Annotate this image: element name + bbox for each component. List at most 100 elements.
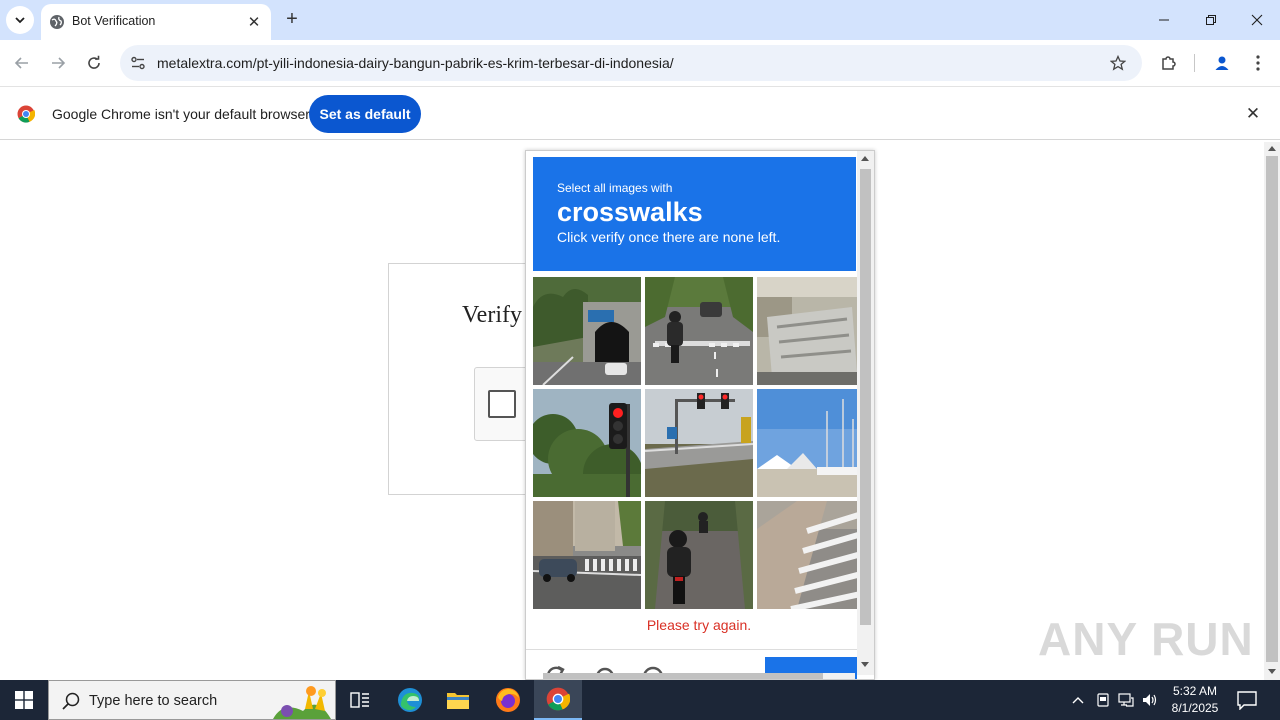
captcha-challenge: Select all images with crosswalks Click … [525,150,875,680]
windows-logo-icon [15,691,33,709]
puzzle-icon [1162,56,1176,70]
network-icon [1118,693,1134,707]
scroll-up-arrow-icon[interactable] [1268,145,1276,151]
traffic-light-image [533,389,641,497]
restore-button[interactable] [1188,0,1234,40]
edge-taskbar-button[interactable] [386,680,434,720]
back-button[interactable] [10,51,34,75]
captcha-tile-5[interactable] [645,389,753,497]
tab-title: Bot Verification [72,14,156,28]
captcha-tile-2[interactable] [645,277,753,385]
captcha-tile-4[interactable] [533,389,641,497]
reload-icon [88,55,100,69]
tab-close-icon[interactable]: ✕ [245,13,263,31]
forward-button[interactable] [46,51,70,75]
captcha-instructions: Select all images with crosswalks Click … [533,157,856,271]
taskbar-clock[interactable]: 5:32 AM 8/1/2025 [1162,683,1228,717]
captcha-tile-9[interactable] [757,501,865,609]
arrow-right-icon [52,57,66,69]
menu-button[interactable] [1246,51,1270,75]
captcha-instruction-suffix: Click verify once there are none left. [557,229,781,245]
infobar-close-icon[interactable]: ✕ [1243,104,1263,124]
tab-search-button[interactable] [6,6,34,34]
file-explorer-icon [447,693,469,709]
tune-icon [131,56,145,70]
scroll-down-arrow-icon[interactable] [861,662,869,668]
restore-icon [1206,15,1216,25]
start-button[interactable] [0,680,48,720]
volume-icon [1143,694,1157,706]
file-explorer-taskbar-button[interactable] [434,680,482,720]
captcha-horizontal-scrollbar-thumb[interactable] [543,673,823,679]
captcha-checkbox[interactable] [488,390,516,418]
device-icon [1097,693,1109,707]
profile-button[interactable] [1210,51,1234,75]
captcha-instruction-prefix: Select all images with [557,181,673,195]
firefox-icon [496,688,520,712]
captcha-tile-8[interactable] [645,501,753,609]
kebab-menu-icon [1256,55,1260,71]
captcha-image-grid [533,277,865,609]
bookmark-button[interactable] [1108,53,1128,73]
task-view-button[interactable] [336,680,384,720]
captcha-horizontal-scrollbar[interactable] [543,673,855,679]
verify-heading: Verify [462,302,522,328]
minimize-button[interactable] [1141,0,1187,40]
close-window-button[interactable] [1234,0,1280,40]
windows-taskbar: Type here to search 5:32 AM 8/1/2025 [0,680,1280,720]
new-tab-button[interactable]: + [281,8,303,30]
chevron-up-icon [1072,697,1084,704]
avatar-icon [1215,56,1229,70]
captcha-tile-1[interactable] [533,277,641,385]
star-icon [1110,55,1126,71]
tray-network-button[interactable] [1116,690,1136,710]
harbor-image [757,389,865,497]
captcha-tile-3[interactable] [757,277,865,385]
show-hidden-icons-button[interactable] [1068,690,1088,710]
captcha-error-message: Please try again. [646,617,752,633]
reload-button[interactable] [82,51,106,75]
anyrun-watermark: ANY RUN [1038,613,1254,665]
scroll-up-arrow-icon[interactable] [861,155,869,161]
chrome-logo-icon [17,105,35,123]
garbage-truck-image [757,277,865,385]
traffic-light-roadside-image [645,389,753,497]
tab-strip: Bot Verification ✕ + [0,0,1280,40]
captcha-target: crosswalks [557,197,703,227]
captcha-footer-divider [526,649,874,650]
minimize-icon [1159,19,1169,21]
captcha-scrollbar[interactable] [857,151,874,675]
chrome-icon [546,687,570,711]
browser-toolbar: metalextra.com/pt-yili-indonesia-dairy-b… [0,40,1280,86]
clock-time: 5:32 AM [1172,684,1218,698]
globe-icon [50,15,64,29]
chevron-down-icon [15,17,25,24]
street-crosswalk-image [533,501,641,609]
captcha-scrollbar-thumb[interactable] [860,169,871,625]
sidewalk-crosswalk-image [757,501,865,609]
address-bar[interactable]: metalextra.com/pt-yili-indonesia-dairy-b… [120,45,1142,81]
tray-volume-button[interactable] [1140,690,1160,710]
page-scrollbar[interactable] [1264,142,1280,680]
captcha-tile-7[interactable] [533,501,641,609]
tray-device-button[interactable] [1093,690,1113,710]
chrome-taskbar-button[interactable] [534,680,582,720]
scroll-down-arrow-icon[interactable] [1268,669,1276,675]
page-scrollbar-thumb[interactable] [1266,156,1278,662]
firefox-taskbar-button[interactable] [484,680,532,720]
site-info-button[interactable] [126,51,150,75]
url-text[interactable]: metalextra.com/pt-yili-indonesia-dairy-b… [157,55,674,71]
toolbar-separator [1194,54,1195,72]
tunnel-image [533,277,641,385]
taskbar-search-box[interactable]: Type here to search [48,680,336,720]
captcha-tile-6[interactable] [757,389,865,497]
search-highlight-art [273,686,331,719]
extensions-button[interactable] [1157,51,1181,75]
tab-bot-verification[interactable]: Bot Verification ✕ [41,4,271,40]
set-as-default-button[interactable]: Set as default [309,95,421,133]
search-icon [62,692,80,710]
edge-icon [398,688,422,712]
motorcycle-rider-image [645,501,753,609]
close-icon [1251,14,1263,26]
notification-icon[interactable] [1236,690,1258,710]
